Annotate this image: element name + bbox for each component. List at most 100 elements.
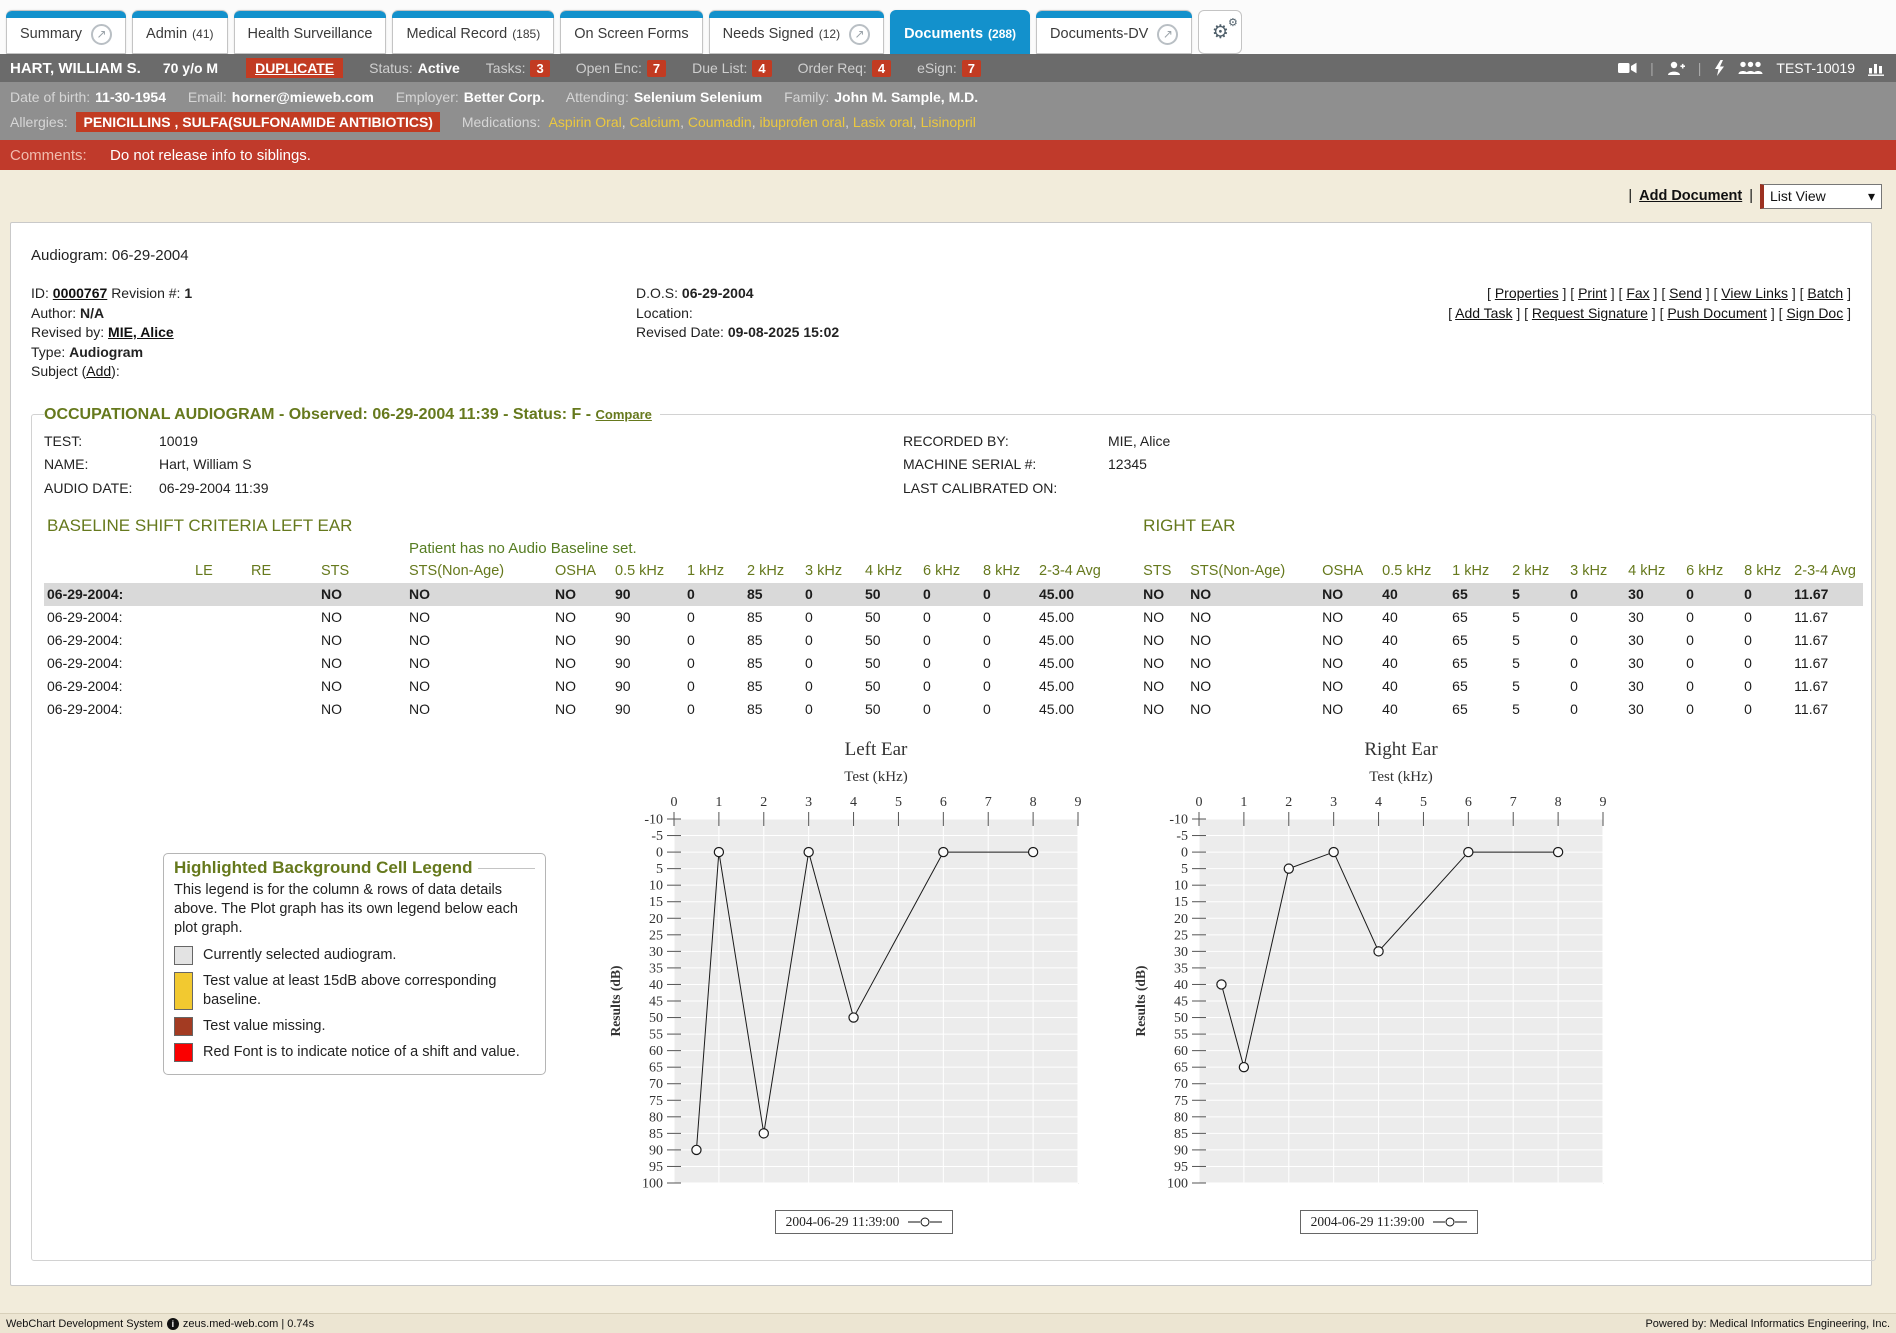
row-cell: 0 xyxy=(980,583,1036,606)
row-cell: 30 xyxy=(1625,675,1683,698)
compare-link[interactable]: Compare xyxy=(596,407,652,422)
medication-item[interactable]: Lasix oral xyxy=(853,114,913,130)
table-row[interactable]: 06-29-2004:NONONO900850500045.00NONONO40… xyxy=(44,652,1863,675)
gear-icon: ⚙ xyxy=(1212,23,1229,42)
row-cell: NO xyxy=(1140,652,1187,675)
tab-documents[interactable]: Documents (288) xyxy=(890,10,1030,54)
audiogram-table-body: 06-29-2004:NONONO900850500045.00NONONO40… xyxy=(44,583,1863,721)
table-row[interactable]: 06-29-2004:NONONO900850500045.00NONONO40… xyxy=(44,583,1863,606)
svg-text:25: 25 xyxy=(1174,928,1188,943)
subject-add-link[interactable]: Add xyxy=(86,363,111,379)
chart-icon[interactable] xyxy=(1868,61,1886,76)
row-cell: 90 xyxy=(612,652,684,675)
row-date: 06-29-2004: xyxy=(44,583,192,606)
doc-action-link[interactable]: Batch xyxy=(1807,285,1843,301)
column-header: STS xyxy=(318,560,406,583)
row-date: 06-29-2004: xyxy=(44,675,192,698)
doc-action-link[interactable]: Add Task xyxy=(1455,305,1512,321)
series-marker-icon xyxy=(908,1216,942,1228)
row-cell: 5 xyxy=(1509,698,1567,721)
tab-medical-record[interactable]: Medical Record (185) xyxy=(392,10,554,54)
row-cell: NO xyxy=(1140,583,1187,606)
footer: WebChart Development System i zeus.med-w… xyxy=(0,1313,1896,1333)
author-label: Author: xyxy=(31,305,76,321)
tab-count: (288) xyxy=(988,27,1016,41)
external-link-icon[interactable]: ↗ xyxy=(91,24,112,45)
allergies-badge[interactable]: PENICILLINS , SULFA(SULFONAMIDE ANTIBIOT… xyxy=(76,112,439,132)
doc-action-link[interactable]: Request Signature xyxy=(1532,305,1648,321)
test-info: TEST:10019 RECORDED BY:MIE, Alice NAME:H… xyxy=(44,430,1863,501)
svg-text:45: 45 xyxy=(1174,995,1188,1010)
link-bracket: [ Fax ] xyxy=(1619,285,1662,301)
row-cell: NO xyxy=(1319,675,1379,698)
doc-action-link[interactable]: Fax xyxy=(1626,285,1649,301)
table-row[interactable]: 06-29-2004:NONONO900850500045.00NONONO40… xyxy=(44,675,1863,698)
document-id-link[interactable]: 0000767 xyxy=(53,285,108,301)
comments-label: Comments: xyxy=(10,147,110,164)
doc-action-link[interactable]: Sign Doc xyxy=(1786,305,1843,321)
medication-item[interactable]: Aspirin Oral xyxy=(549,114,622,130)
row-cell: 45.00 xyxy=(1036,629,1140,652)
tab-summary[interactable]: Summary ↗ xyxy=(6,10,126,54)
tab-health-surveillance[interactable]: Health Surveillance xyxy=(234,10,387,54)
svg-text:70: 70 xyxy=(1174,1077,1188,1092)
esign-count-badge[interactable]: 7 xyxy=(962,60,981,77)
duplicate-badge[interactable]: DUPLICATE xyxy=(246,58,343,78)
settings-button[interactable]: ⚙ xyxy=(1198,10,1242,54)
right-ear-section-title: RIGHT EAR xyxy=(1140,514,1863,537)
medication-item[interactable]: Coumadin xyxy=(688,114,752,130)
view-select[interactable]: List View ▾ xyxy=(1760,184,1882,209)
add-document-link[interactable]: Add Document xyxy=(1639,188,1742,204)
tasks-count-badge[interactable]: 3 xyxy=(530,60,549,77)
due-list-count-badge[interactable]: 4 xyxy=(752,60,771,77)
tab-admin[interactable]: Admin (41) xyxy=(132,10,227,54)
row-cell xyxy=(192,675,248,698)
tab-count: (41) xyxy=(192,27,213,41)
tab-documents-dv[interactable]: Documents-DV ↗ xyxy=(1036,10,1192,54)
row-cell xyxy=(248,652,318,675)
row-cell: 90 xyxy=(612,606,684,629)
svg-text:Left Ear: Left Ear xyxy=(845,739,908,760)
location-label: Location: xyxy=(636,305,693,321)
tab-on-screen-forms[interactable]: On Screen Forms xyxy=(560,10,702,54)
row-cell: 65 xyxy=(1449,698,1509,721)
row-cell: NO xyxy=(318,652,406,675)
row-cell: 0 xyxy=(802,606,862,629)
row-cell: 0 xyxy=(1741,698,1791,721)
video-camera-icon[interactable] xyxy=(1618,62,1637,74)
doc-action-link[interactable]: Push Document xyxy=(1667,305,1767,321)
group-icon[interactable] xyxy=(1738,61,1763,75)
doc-action-link[interactable]: Properties xyxy=(1495,285,1559,301)
row-cell: 0 xyxy=(980,675,1036,698)
open-enc-count-badge[interactable]: 7 xyxy=(647,60,666,77)
tab-label: Health Surveillance xyxy=(248,26,373,42)
add-person-icon[interactable] xyxy=(1667,61,1685,76)
svg-text:-5: -5 xyxy=(651,829,663,844)
svg-text:Results (dB): Results (dB) xyxy=(1133,966,1148,1037)
column-header: 6 kHz xyxy=(920,560,980,583)
external-link-icon[interactable]: ↗ xyxy=(849,24,870,45)
row-cell: 40 xyxy=(1379,698,1449,721)
revised-by-link[interactable]: MIE, Alice xyxy=(108,324,174,340)
medication-item[interactable]: Lisinopril xyxy=(921,114,976,130)
name-label: NAME: xyxy=(44,453,159,477)
svg-text:-5: -5 xyxy=(1176,829,1188,844)
svg-text:75: 75 xyxy=(649,1094,663,1109)
svg-text:9: 9 xyxy=(1075,795,1082,810)
tab-label: Medical Record xyxy=(406,26,507,42)
doc-action-link[interactable]: Print xyxy=(1578,285,1607,301)
external-link-icon[interactable]: ↗ xyxy=(1157,24,1178,45)
svg-text:35: 35 xyxy=(1174,961,1188,976)
svg-text:85: 85 xyxy=(1174,1127,1188,1142)
medication-item[interactable]: Calcium xyxy=(630,114,681,130)
allergies-medications-row: Allergies: PENICILLINS , SULFA(SULFONAMI… xyxy=(10,110,1886,135)
table-row[interactable]: 06-29-2004:NONONO900850500045.00NONONO40… xyxy=(44,629,1863,652)
lightning-icon[interactable] xyxy=(1714,60,1725,76)
order-req-count-badge[interactable]: 4 xyxy=(872,60,891,77)
table-row[interactable]: 06-29-2004:NONONO900850500045.00NONONO40… xyxy=(44,606,1863,629)
doc-action-link[interactable]: View Links xyxy=(1721,285,1788,301)
doc-action-link[interactable]: Send xyxy=(1669,285,1702,301)
table-row[interactable]: 06-29-2004:NONONO900850500045.00NONONO40… xyxy=(44,698,1863,721)
medication-item[interactable]: ibuprofen oral xyxy=(759,114,845,130)
tab-needs-signed[interactable]: Needs Signed (12) ↗ xyxy=(709,10,884,54)
